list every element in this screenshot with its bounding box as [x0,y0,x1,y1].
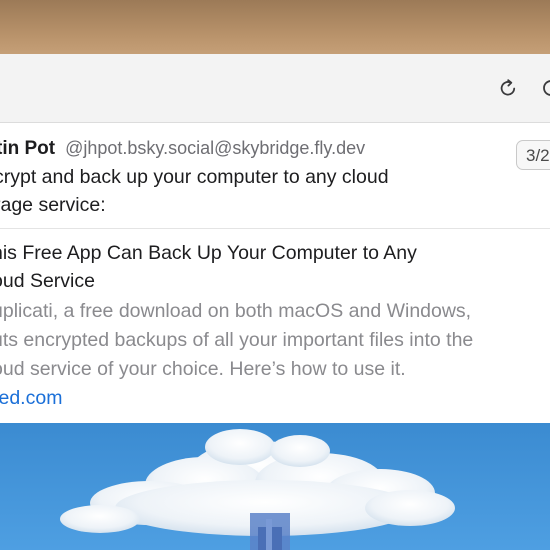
card-description-line: uplicati, a free download on both macOS … [0,300,472,322]
post-text-line: rage service: [0,194,106,216]
history-button[interactable] [540,74,550,102]
card-image[interactable] [0,423,550,550]
cloud-sky-image [0,423,550,550]
author-handle[interactable]: @jhpot.bsky.social@skybridge.fly.dev [65,138,365,158]
link-preview-card[interactable]: his Free App Can Back Up Your Computer t… [0,239,550,412]
card-title-line: oud Service [0,270,95,292]
card-domain-link[interactable]: red.com [0,384,550,412]
post-text-line: crypt and back up your computer to any c… [0,166,389,188]
post-counter: 3/2 [516,140,550,170]
card-title[interactable]: his Free App Can Back Up Your Computer t… [0,239,550,295]
divider [0,228,550,229]
reload-button[interactable] [494,74,522,102]
clock-icon [543,80,550,96]
toolbar [0,54,550,123]
post-text: crypt and back up your computer to any c… [0,163,474,219]
author-name[interactable]: tin Pot [0,138,55,159]
desktop-background [0,0,550,60]
reload-icon [500,79,516,96]
card-description-line: uts encrypted backups of all your import… [0,329,474,351]
card-title-line: his Free App Can Back Up Your Computer t… [0,242,417,264]
card-description-line: oud service of your choice. Here’s how t… [0,358,406,380]
card-description: uplicati, a free download on both macOS … [0,297,550,384]
post-header: tin Pot @jhpot.bsky.social@skybridge.fly.… [0,136,365,161]
